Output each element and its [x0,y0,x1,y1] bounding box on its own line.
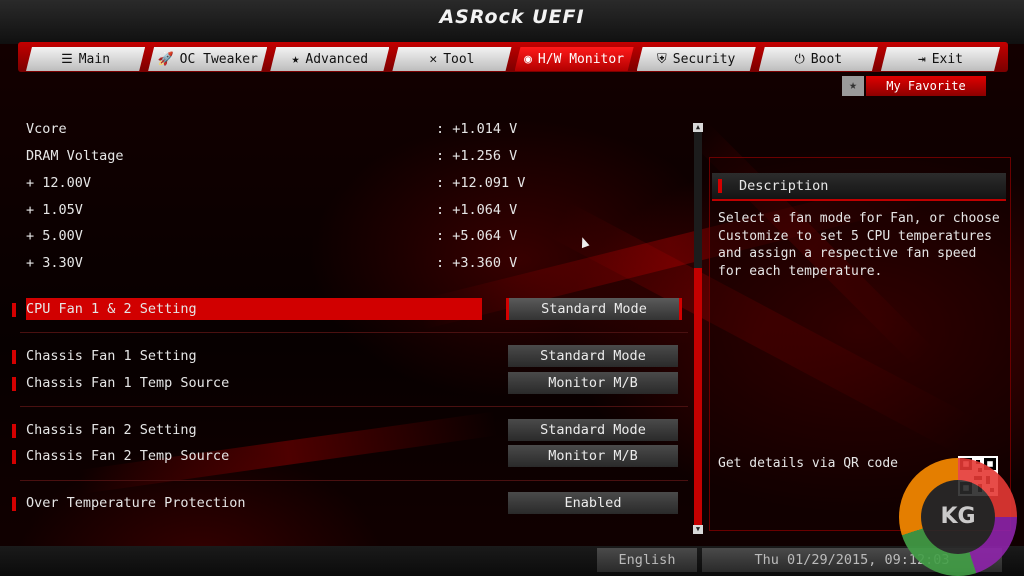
setting-value-dropdown[interactable]: Standard Mode [506,298,682,320]
tab-tool[interactable]: ✕ Tool [392,47,512,71]
setting-value-dropdown[interactable]: Monitor M/B [508,372,678,394]
scrollbar-thumb[interactable] [694,268,702,528]
setting-value-dropdown[interactable]: Standard Mode [508,345,678,367]
title-bar: ASRock UEFI [0,0,1024,44]
rocket-icon: 🚀 [157,51,174,67]
setting-value-dropdown[interactable]: Enabled [508,492,678,514]
tab-label: OC Tweaker [179,51,258,67]
tab-exit[interactable]: ⇥ Exit [880,47,1000,71]
power-icon: ⏻ [794,51,805,67]
voltage-row: + 1.05V : +1.064 V [26,202,686,222]
tab-label: Tool [443,51,475,67]
voltage-label: Vcore [26,121,67,137]
setting-label: Chassis Fan 1 Temp Source [26,375,230,391]
shield-icon: ⛨ [656,51,667,67]
setting-value-dropdown[interactable]: Standard Mode [508,419,678,441]
row-marker [12,424,16,438]
scroll-down-icon[interactable]: ▼ [693,525,703,534]
description-text: Select a fan mode for Fan, or choose Cus… [718,211,1000,279]
divider [20,480,688,481]
tools-icon: ✕ [429,51,438,67]
row-marker [12,350,16,364]
row-marker [12,303,16,317]
list-icon: ☰ [61,51,73,67]
tab-label: Main [78,51,111,67]
tab-label: Security [672,51,736,67]
voltage-row: Vcore : +1.014 V [26,121,686,141]
qr-caption: Get details via QR code [718,456,899,471]
divider [20,332,688,333]
tab-oc-tweaker[interactable]: 🚀 OC Tweaker [148,47,268,71]
setting-value-dropdown[interactable]: Monitor M/B [508,445,678,467]
voltage-label: + 5.00V [26,228,83,244]
setting-row[interactable]: Chassis Fan 2 Temp Source Monitor M/B [12,445,682,469]
voltage-value: : +1.064 V [436,202,518,218]
setting-row[interactable]: Chassis Fan 2 Setting Standard Mode [12,419,682,443]
tab-h-w-monitor[interactable]: ◉ H/W Monitor [514,47,634,71]
exit-icon: ⇥ [917,51,926,67]
voltage-value: : +1.256 V [436,148,518,164]
language-selector[interactable]: English [597,548,697,572]
tab-main[interactable]: ☰ Main [26,47,146,71]
tab-label: H/W Monitor [537,51,625,67]
star-icon: ★ [291,51,300,67]
description-header: Description [712,173,1006,201]
tab-label: Boot [810,51,843,67]
row-marker [12,497,16,511]
watermark-text: KG [921,480,995,554]
divider [20,406,688,407]
voltage-value: : +12.091 V [436,175,526,191]
setting-row[interactable]: Over Temperature Protection Enabled [12,492,682,516]
setting-row[interactable]: CPU Fan 1 & 2 Setting Standard Mode [12,298,682,322]
tab-boot[interactable]: ⏻ Boot [758,47,878,71]
description-marker [718,179,722,193]
voltage-row: + 12.00V : +12.091 V [26,175,686,195]
voltage-value: : +1.014 V [436,121,518,137]
voltage-label: DRAM Voltage [26,148,124,164]
tab-bar: ☰ Main 🚀 OC Tweaker ★ Advanced ✕ Tool ◉ H/W Monit… [26,47,1000,71]
voltage-value: : +3.360 V [436,255,518,271]
description-title: Description [739,178,829,194]
watermark-logo: KG [899,458,1017,576]
tab-label: Exit [931,51,963,67]
voltage-label: + 3.30V [26,255,83,271]
voltage-label: + 1.05V [26,202,83,218]
voltage-row: DRAM Voltage : +1.256 V [26,148,686,168]
setting-label: Over Temperature Protection [26,495,246,511]
setting-label: Chassis Fan 2 Temp Source [26,448,230,464]
setting-row[interactable]: Chassis Fan 1 Setting Standard Mode [12,345,682,369]
setting-label: Chassis Fan 1 Setting [26,348,197,364]
row-marker [12,450,16,464]
favorite-star-icon[interactable]: ★ [842,76,864,96]
tab-label: Advanced [305,51,369,67]
scroll-up-icon[interactable]: ▲ [693,123,703,132]
app-logo: ASRock UEFI [439,6,585,28]
monitor-icon: ◉ [524,51,532,67]
tab-advanced[interactable]: ★ Advanced [270,47,390,71]
voltage-value: : +5.064 V [436,228,518,244]
voltage-row: + 3.30V : +3.360 V [26,255,686,275]
my-favorite-button[interactable]: My Favorite [866,76,986,96]
row-marker [12,377,16,391]
setting-label: CPU Fan 1 & 2 Setting [26,301,197,317]
setting-row[interactable]: Chassis Fan 1 Temp Source Monitor M/B [12,372,682,396]
tab-security[interactable]: ⛨ Security [636,47,756,71]
voltage-label: + 12.00V [26,175,92,191]
setting-label: Chassis Fan 2 Setting [26,422,197,438]
